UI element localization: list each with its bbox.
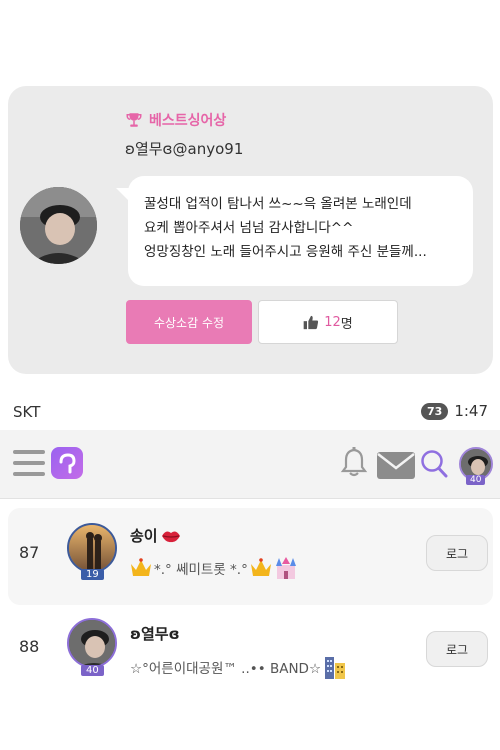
ranking-name: ʚ열무ɞ: [130, 623, 180, 644]
menu-icon[interactable]: [13, 450, 45, 478]
ranking-bio: ☆°어른이대공원™ ..•• BAND☆: [130, 655, 347, 679]
ranking-bio: *.° 쎄미트롯 *.°: [130, 557, 298, 579]
profile-level-badge: 40: [466, 475, 486, 485]
rank-number: 87: [19, 543, 40, 562]
ranking-name-text: 송이: [130, 527, 158, 545]
message-line: 엉망징창인 노래 들어주시고 응원해 주신 분들께...: [144, 244, 427, 260]
battery-indicator: 73: [421, 402, 449, 420]
award-message-bubble: 꿀성대 업적이 탐나서 쓰~~윽 올려본 노래인데 요케 뽑아주셔서 넘넘 감사…: [116, 176, 473, 286]
award-avatar[interactable]: [20, 187, 97, 264]
app-logo-icon[interactable]: [51, 447, 83, 479]
like-unit: 명: [340, 316, 353, 332]
trophy-icon: [126, 113, 142, 127]
ranking-avatar[interactable]: [67, 523, 117, 573]
ranking-name-text: ʚ열무ɞ: [130, 625, 180, 643]
mail-icon[interactable]: [377, 452, 415, 479]
castle-icon: [275, 557, 296, 579]
ranking-avatar[interactable]: [67, 618, 117, 668]
message-line: 요케 뽑아주셔서 넘넘 감사합니다^^: [144, 220, 354, 236]
edit-speech-button[interactable]: 수상소감 수정: [126, 300, 252, 344]
carrier-label: SKT: [13, 403, 41, 421]
ranking-level-badge: 19: [81, 569, 104, 580]
like-button[interactable]: 12 명: [258, 300, 398, 344]
search-icon[interactable]: [420, 449, 448, 479]
building-icon: [325, 657, 346, 679]
award-title: 베스트싱어상: [125, 110, 226, 130]
bell-icon[interactable]: [340, 447, 368, 477]
crown-icon: [131, 558, 151, 576]
award-title-text: 베스트싱어상: [149, 113, 227, 129]
clock: 1:47: [454, 402, 488, 420]
ranking-name: 송이: [130, 525, 181, 546]
app-header: 40: [0, 430, 500, 499]
ranking-level-badge: 40: [81, 665, 104, 676]
crown-icon: [250, 558, 271, 576]
message-line: 꿀성대 업적이 탐나서 쓰~~윽 올려본 노래인데: [144, 196, 412, 212]
status-right: 73 1:47: [421, 402, 488, 420]
like-count: 12: [324, 314, 341, 330]
lips-icon: [161, 531, 180, 542]
award-username: ʚ열무ɞ@anyo91: [125, 140, 244, 158]
ranking-bio-text: ☆°어른이대공원™ ..•• BAND☆: [130, 661, 322, 677]
thumbs-up-icon: [303, 315, 319, 329]
ranking-bio-text: *.° 쎄미트롯 *.°: [154, 562, 248, 578]
log-button[interactable]: 로그: [426, 535, 488, 571]
log-button[interactable]: 로그: [426, 631, 488, 667]
rank-number: 88: [19, 637, 40, 656]
